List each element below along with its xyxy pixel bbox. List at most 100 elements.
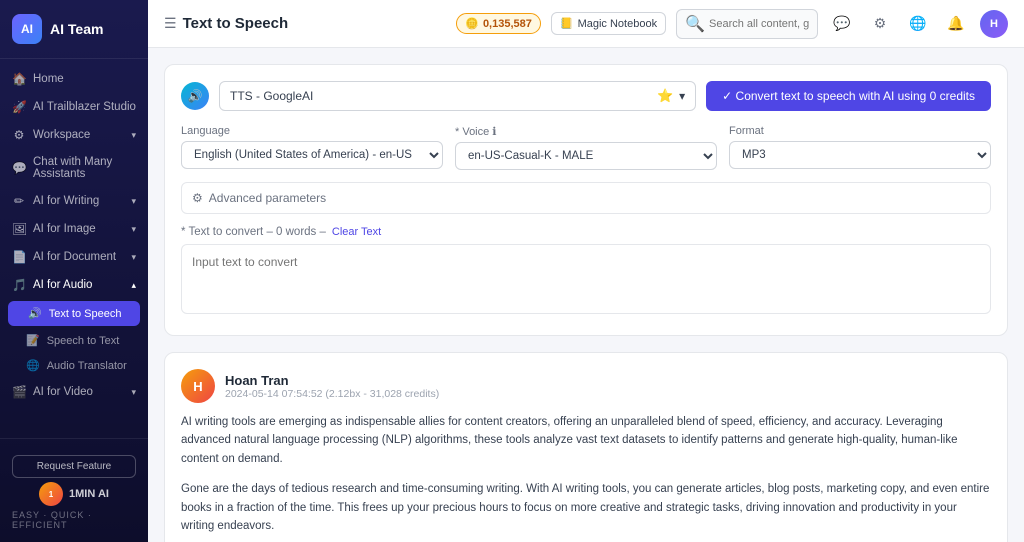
sidebar-item-label: Chat with Many Assistants — [33, 156, 136, 180]
translator-icon: 🌐 — [26, 359, 40, 372]
sidebar-item-audio-translator[interactable]: 🌐 Audio Translator — [0, 353, 148, 378]
sidebar-header: AI AI Team — [0, 0, 148, 59]
user-avatar[interactable]: H — [980, 10, 1008, 38]
format-select[interactable]: MP3 — [729, 141, 991, 169]
star-icon: ⭐ — [657, 88, 673, 104]
language-group: Language English (United States of Ameri… — [181, 125, 443, 170]
text-label-text: * Text to convert – 0 words – — [181, 226, 326, 238]
sidebar-item-trailblazer[interactable]: 🚀 AI Trailblazer Studio — [0, 93, 148, 121]
tts-panel: 🔊 TTS - GoogleAI ⭐ ▾ ✓ Convert text to s… — [164, 64, 1008, 336]
main-content: ☰ Text to Speech 🪙 0,135,587 📒 Magic Not… — [148, 0, 1024, 542]
sidebar-item-label: AI for Document — [33, 251, 116, 263]
search-input[interactable] — [709, 18, 809, 30]
credits-value: 0,135,587 — [483, 18, 532, 30]
writing-icon: ✏ — [12, 194, 26, 208]
sidebar-nav: 🏠 Home 🚀 AI Trailblazer Studio ⚙ Workspa… — [0, 59, 148, 438]
notebook-icon: 📒 — [560, 17, 574, 30]
form-row: Language English (United States of Ameri… — [181, 125, 991, 170]
topbar-title-area: ☰ Text to Speech — [164, 15, 444, 32]
sidebar-item-label: AI for Writing — [33, 195, 99, 207]
sidebar-item-ai-image[interactable]: 🖼 AI for Image ▾ — [0, 215, 148, 243]
result-paragraph-1: AI writing tools are emerging as indispe… — [181, 413, 991, 468]
sidebar-item-ai-writing[interactable]: ✏ AI for Writing ▾ — [0, 187, 148, 215]
convert-button-label: ✓ Convert text to speech with AI using 0… — [722, 89, 975, 103]
home-icon: 🏠 — [12, 72, 26, 86]
image-icon: 🖼 — [12, 222, 26, 236]
sidebar-item-text-to-speech[interactable]: 🔊 Text to Speech — [8, 301, 140, 326]
footer-logo-icon: 1 — [39, 482, 63, 506]
settings-icon[interactable]: ⚙ — [866, 10, 894, 38]
globe-icon[interactable]: 🌐 — [904, 10, 932, 38]
language-select[interactable]: English (United States of America) - en-… — [181, 141, 443, 169]
chevron-up-icon: ▴ — [131, 280, 136, 291]
chevron-down-icon: ▾ — [131, 387, 136, 398]
footer-tagline: EASY · QUICK · EFFICIENT — [12, 510, 136, 530]
bell-icon[interactable]: 🔔 — [942, 10, 970, 38]
result-user-name: Hoan Tran — [225, 373, 439, 388]
tts-selector-dropdown[interactable]: TTS - GoogleAI ⭐ ▾ — [219, 81, 696, 111]
result-user-meta: 2024-05-14 07:54:52 (2.12bx - 31,028 cre… — [225, 388, 439, 400]
result-panel: H Hoan Tran 2024-05-14 07:54:52 (2.12bx … — [164, 352, 1008, 542]
chat-icon: 💬 — [12, 161, 26, 175]
voice-select[interactable]: en-US-Casual-K - MALE — [455, 142, 717, 170]
result-user-row: H Hoan Tran 2024-05-14 07:54:52 (2.12bx … — [181, 369, 991, 403]
sidebar-item-label: Home — [33, 73, 64, 85]
topbar-right: 🪙 0,135,587 📒 Magic Notebook 🔍 💬 ⚙ 🌐 🔔 H — [456, 9, 1008, 39]
tts-service-icon: 🔊 — [181, 82, 209, 110]
sidebar-sub-item-label: Audio Translator — [47, 360, 127, 372]
chevron-down-icon: ▾ — [131, 252, 136, 263]
footer-brand-name: 1MIN AI — [69, 488, 109, 500]
result-user-avatar: H — [181, 369, 215, 403]
trailblazer-icon: 🚀 — [12, 100, 26, 114]
tts-icon: 🔊 — [28, 307, 42, 320]
sidebar-item-ai-audio[interactable]: 🎵 AI for Audio ▴ — [0, 271, 148, 299]
stt-icon: 📝 — [26, 334, 40, 347]
sidebar: AI AI Team 🏠 Home 🚀 AI Trailblazer Studi… — [0, 0, 148, 542]
sidebar-item-ai-video[interactable]: 🎬 AI for Video ▾ — [0, 378, 148, 406]
content-area: 🔊 TTS - GoogleAI ⭐ ▾ ✓ Convert text to s… — [148, 48, 1024, 542]
settings-icon: ⚙ — [192, 191, 203, 205]
tts-selector-label: TTS - GoogleAI — [230, 89, 313, 103]
search-box[interactable]: 🔍 — [676, 9, 818, 39]
voice-group: * Voice ℹ en-US-Casual-K - MALE — [455, 125, 717, 170]
document-icon: 📄 — [12, 250, 26, 264]
advanced-params-toggle[interactable]: ⚙ Advanced parameters — [181, 182, 991, 214]
sidebar-item-speech-to-text[interactable]: 📝 Speech to Text — [0, 328, 148, 353]
magic-notebook-button[interactable]: 📒 Magic Notebook — [551, 12, 666, 35]
sidebar-item-chat[interactable]: 💬 Chat with Many Assistants — [0, 149, 148, 187]
language-label: Language — [181, 125, 443, 137]
request-feature-button[interactable]: Request Feature — [12, 455, 136, 478]
search-icon: 🔍 — [685, 14, 705, 34]
chevron-down-icon: ▾ — [131, 130, 136, 141]
text-to-convert-input[interactable] — [181, 244, 991, 314]
chevron-down-icon: ▾ — [679, 89, 685, 103]
tts-header: 🔊 TTS - GoogleAI ⭐ ▾ ✓ Convert text to s… — [181, 81, 991, 111]
page-title: Text to Speech — [183, 15, 289, 32]
audio-icon: 🎵 — [12, 278, 26, 292]
sidebar-item-label: AI for Audio — [33, 279, 92, 291]
coin-icon: 🪙 — [465, 17, 479, 30]
sidebar-item-home[interactable]: 🏠 Home — [0, 65, 148, 93]
format-label: Format — [729, 125, 991, 137]
sidebar-logo-icon: AI — [12, 14, 42, 44]
sidebar-item-label: Workspace — [33, 129, 90, 141]
credits-badge: 🪙 0,135,587 — [456, 13, 541, 34]
chat-bubble-icon[interactable]: 💬 — [828, 10, 856, 38]
menu-icon[interactable]: ☰ — [164, 15, 177, 32]
video-icon: 🎬 — [12, 385, 26, 399]
voice-label: * Voice ℹ — [455, 125, 717, 138]
sidebar-item-ai-document[interactable]: 📄 AI for Document ▾ — [0, 243, 148, 271]
advanced-params-label: Advanced parameters — [209, 191, 326, 205]
clear-text-link[interactable]: Clear Text — [332, 226, 381, 238]
result-paragraph-2: Gone are the days of tedious research an… — [181, 480, 991, 535]
chevron-down-icon: ▾ — [131, 196, 136, 207]
sidebar-sub-item-label: Text to Speech — [49, 308, 122, 320]
topbar: ☰ Text to Speech 🪙 0,135,587 📒 Magic Not… — [148, 0, 1024, 48]
text-convert-label: * Text to convert – 0 words – Clear Text — [181, 226, 991, 238]
format-group: Format MP3 — [729, 125, 991, 170]
result-user-info: Hoan Tran 2024-05-14 07:54:52 (2.12bx - … — [225, 373, 439, 400]
sidebar-title: AI Team — [50, 21, 103, 37]
convert-button[interactable]: ✓ Convert text to speech with AI using 0… — [706, 81, 991, 111]
sidebar-footer: Request Feature 1 1MIN AI EASY · QUICK ·… — [0, 438, 148, 542]
sidebar-item-workspace[interactable]: ⚙ Workspace ▾ — [0, 121, 148, 149]
